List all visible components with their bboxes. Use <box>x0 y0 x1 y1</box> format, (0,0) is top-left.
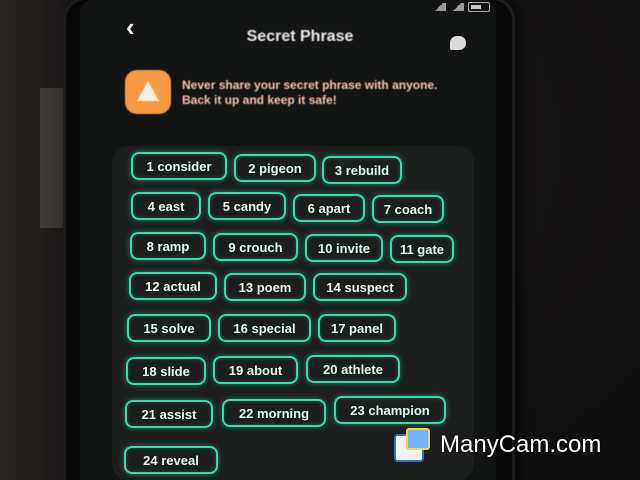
phrase-word: 10 invite <box>305 234 383 262</box>
background-light <box>40 88 66 228</box>
phrase-word: 15 solve <box>127 314 211 342</box>
background-wall <box>0 0 70 480</box>
photo-scene: ‹ Secret Phrase Never share your secret … <box>0 0 640 480</box>
phrase-word: 1 consider <box>131 152 227 180</box>
status-bar <box>432 2 490 12</box>
warning-icon <box>125 70 171 114</box>
phrase-word: 21 assist <box>125 400 213 428</box>
signal-icon <box>432 3 446 11</box>
phrase-word: 22 morning <box>222 399 326 427</box>
warning-line-2: Back it up and keep it safe! <box>182 93 337 107</box>
phrase-word: 13 poem <box>224 273 306 301</box>
phrase-word: 14 suspect <box>313 273 407 301</box>
phrase-word: 19 about <box>213 356 298 384</box>
battery-icon <box>468 2 490 12</box>
phrase-word: 5 candy <box>208 192 286 220</box>
page-title: Secret Phrase <box>246 28 354 45</box>
warning-line-1: Never share your secret phrase with anyo… <box>182 78 438 92</box>
phrase-word: 24 reveal <box>124 446 218 474</box>
phrase-word: 18 slide <box>126 357 206 385</box>
back-arrow-icon[interactable]: ‹ <box>126 14 148 40</box>
phrase-word: 7 coach <box>372 195 444 223</box>
phrase-word: 8 ramp <box>130 232 206 260</box>
phrase-word: 17 panel <box>318 314 396 342</box>
phrase-word: 12 actual <box>129 272 217 300</box>
phrase-word: 3 rebuild <box>322 156 402 184</box>
watermark-text: ManyCam.com <box>440 431 602 458</box>
phrase-word: 23 champion <box>334 396 446 424</box>
manycam-logo-icon <box>392 426 432 464</box>
warning-message: Never share your secret phrase with anyo… <box>182 78 482 108</box>
watermark: ManyCam.com <box>392 426 601 464</box>
help-chat-icon[interactable] <box>450 36 466 50</box>
phrase-word: 2 pigeon <box>234 154 316 182</box>
phrase-word: 9 crouch <box>213 233 298 261</box>
wifi-icon <box>450 3 464 11</box>
phrase-word: 6 apart <box>293 194 365 222</box>
phrase-word: 4 east <box>131 192 201 220</box>
phrase-word: 16 special <box>218 314 311 342</box>
phrase-word: 11 gate <box>390 235 454 263</box>
phrase-word: 20 athlete <box>306 355 400 383</box>
